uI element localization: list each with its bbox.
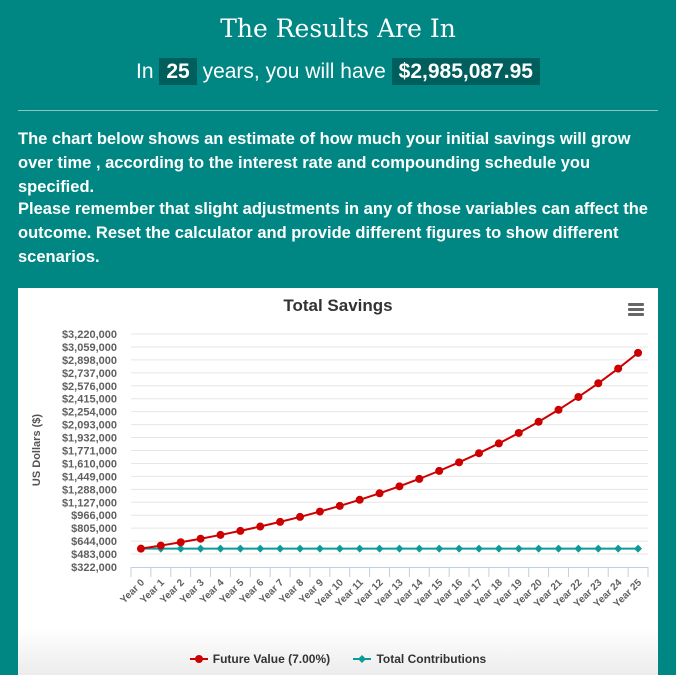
data-point-future-value — [594, 379, 603, 388]
data-point-total-contributions — [474, 544, 483, 553]
chart-legend: Future Value (7.00%) Total Contributions — [18, 652, 658, 667]
data-point-total-contributions — [534, 544, 543, 553]
y-tick-label: $2,898,000 — [62, 355, 117, 367]
legend-label: Total Contributions — [376, 652, 487, 666]
data-point-total-contributions — [296, 544, 305, 553]
final-amount: $2,985,087.95 — [391, 58, 540, 85]
data-point-future-value — [415, 474, 424, 483]
data-point-total-contributions — [315, 544, 324, 553]
data-point-total-contributions — [256, 544, 265, 553]
data-point-future-value — [474, 449, 483, 458]
data-point-future-value — [256, 522, 265, 531]
data-point-total-contributions — [415, 544, 424, 553]
data-point-future-value — [315, 507, 324, 516]
data-point-total-contributions — [514, 544, 523, 553]
y-tick-label: $1,449,000 — [62, 471, 117, 483]
y-tick-label: $2,737,000 — [62, 368, 117, 380]
data-point-future-value — [435, 466, 444, 475]
data-point-future-value — [196, 534, 205, 543]
data-point-future-value — [296, 512, 305, 521]
data-point-future-value — [236, 526, 245, 535]
data-point-future-value — [335, 501, 344, 510]
y-tick-label: $966,000 — [71, 510, 117, 522]
y-axis-label: US Dollars ($) — [31, 414, 43, 486]
data-point-total-contributions — [335, 544, 344, 553]
legend-item-future-value[interactable]: Future Value (7.00%) — [189, 652, 331, 666]
disclaimer-paragraph: Please remember that slight adjustments … — [18, 200, 648, 266]
data-point-total-contributions — [435, 544, 444, 553]
data-point-future-value — [216, 530, 225, 539]
years-value: 25 — [159, 58, 197, 85]
chart-plot: $322,000$483,000$644,000$805,000$966,000… — [31, 329, 649, 610]
y-tick-label: $483,000 — [71, 549, 117, 561]
y-tick-label: $1,932,000 — [62, 433, 117, 445]
data-point-future-value — [136, 544, 145, 553]
legend-label: Future Value (7.00%) — [212, 652, 331, 666]
data-point-future-value — [355, 495, 364, 504]
data-point-total-contributions — [196, 544, 205, 553]
data-point-total-contributions — [216, 544, 225, 553]
results-title: The Results Are In — [220, 14, 456, 43]
y-tick-label: $644,000 — [71, 536, 117, 548]
data-point-future-value — [276, 517, 285, 526]
y-tick-label: $1,127,000 — [62, 497, 117, 509]
y-tick-label: $2,415,000 — [62, 394, 117, 406]
y-tick-label: $1,610,000 — [62, 458, 117, 470]
legend-item-total-contributions[interactable]: Total Contributions — [353, 652, 486, 666]
future-value-legend-icon — [189, 655, 208, 663]
y-tick-label: $3,059,000 — [62, 342, 117, 354]
data-point-total-contributions — [574, 544, 583, 553]
data-point-future-value — [395, 482, 404, 491]
data-point-total-contributions — [355, 544, 364, 553]
total-savings-chart: Total Savings $322,000 $483,000 $644,000 $8… — [18, 288, 658, 675]
y-tick-label: $1,288,000 — [62, 484, 117, 496]
data-point-total-contributions — [375, 544, 384, 553]
data-point-future-value — [634, 348, 643, 357]
data-point-future-value — [554, 405, 563, 414]
y-tick-label: $3,220,000 — [62, 329, 117, 341]
data-point-future-value — [614, 364, 623, 373]
data-point-future-value — [156, 541, 165, 550]
data-point-total-contributions — [594, 544, 603, 553]
data-point-future-value — [574, 392, 583, 401]
explanation-paragraph: The chart below shows an estimate of how… — [18, 130, 631, 196]
data-point-total-contributions — [236, 544, 245, 553]
y-tick-label: $1,771,000 — [62, 446, 117, 458]
data-point-future-value — [534, 417, 543, 426]
data-point-total-contributions — [634, 544, 643, 553]
data-point-total-contributions — [554, 544, 563, 553]
y-tick-label: $322,000 — [71, 562, 117, 574]
y-tick-label: $2,576,000 — [62, 381, 117, 393]
data-point-future-value — [176, 538, 185, 547]
y-tick-label: $2,093,000 — [62, 420, 117, 432]
data-point-total-contributions — [494, 544, 503, 553]
data-point-total-contributions — [455, 544, 464, 553]
data-point-future-value — [375, 489, 384, 498]
data-point-future-value — [494, 439, 503, 448]
y-tick-label: $805,000 — [71, 523, 117, 535]
contributions-legend-icon — [353, 655, 372, 663]
data-point-total-contributions — [614, 544, 623, 553]
results-summary: In 25 years, you will have $2,985,087.95 — [0, 58, 676, 85]
data-point-future-value — [514, 428, 523, 437]
data-point-total-contributions — [395, 544, 404, 553]
summary-middle: years, you will have — [202, 60, 386, 83]
data-point-total-contributions — [276, 544, 285, 553]
summary-prefix: In — [136, 60, 154, 83]
y-tick-label: $2,254,000 — [62, 407, 117, 419]
divider — [18, 110, 658, 111]
data-point-future-value — [455, 458, 464, 467]
